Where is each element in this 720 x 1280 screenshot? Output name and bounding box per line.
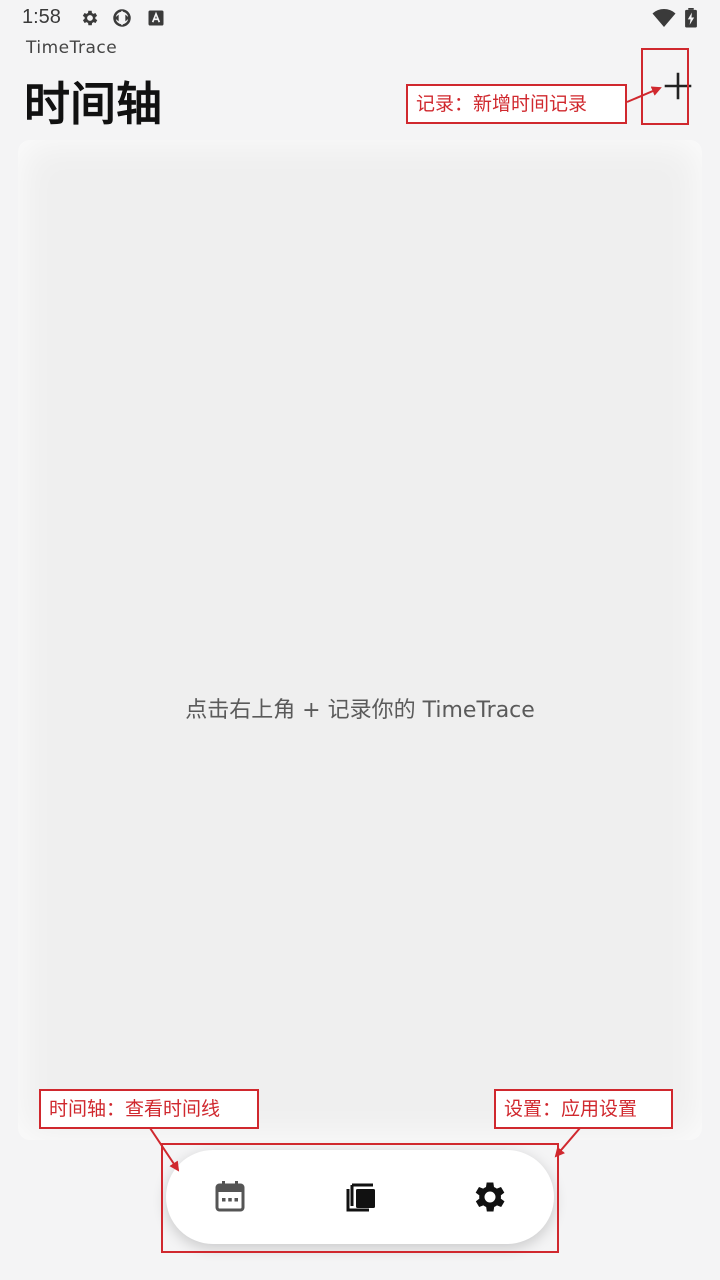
page-title: 时间轴 — [24, 77, 162, 131]
annotation-highlight-bottom-nav — [161, 1143, 559, 1253]
annotation-label-timeline: 时间轴：查看时间线 — [39, 1089, 259, 1129]
status-time: 1:58 — [22, 6, 61, 28]
annotation-highlight-add — [641, 48, 689, 125]
empty-state-hint: 点击右上角 + 记录你的 TimeTrace — [185, 698, 535, 723]
app-name: TimeTrace — [26, 38, 118, 58]
app-screen: 1:58 TimeTrace 时间轴 点击右上角 + 记录你的 TimeTrac… — [0, 0, 720, 1280]
annotation-label-add: 记录：新增时间记录 — [406, 84, 627, 124]
battery-charging-icon — [685, 8, 697, 28]
gear-icon — [82, 10, 98, 26]
status-bar: 1:58 — [0, 0, 720, 36]
sync-icon — [113, 9, 131, 27]
timeline-content-area — [18, 140, 702, 1140]
wifi-icon — [652, 9, 676, 27]
annotation-label-settings: 设置：应用设置 — [494, 1089, 673, 1129]
font-icon — [148, 10, 164, 26]
